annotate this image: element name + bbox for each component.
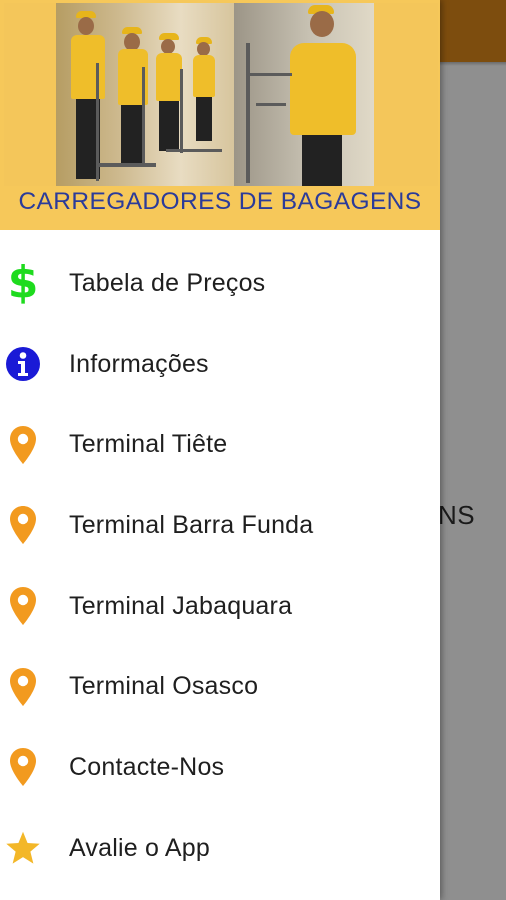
header-title: CARREGADORES DE BAGAGENS xyxy=(18,188,422,215)
menu-item-terminal-osasco[interactable]: Terminal Osasco xyxy=(0,646,440,727)
menu-item-label: Tabela de Preços xyxy=(69,268,266,297)
star-icon xyxy=(5,824,41,872)
menu-item-label: Informações xyxy=(69,349,209,378)
menu-item-label: Terminal Barra Funda xyxy=(69,510,314,539)
menu-item-avalie-o-app[interactable]: Avalie o App xyxy=(0,808,440,889)
navigation-drawer[interactable]: CARREGADORES DE BAGAGENS $ Tabela de Pre… xyxy=(0,0,440,900)
menu-item-terminal-jabaquara[interactable]: Terminal Jabaquara xyxy=(0,566,440,647)
map-pin-icon xyxy=(5,582,41,630)
map-pin-icon xyxy=(5,743,41,791)
menu-item-tabela-de-precos[interactable]: $ Tabela de Preços xyxy=(0,243,440,324)
porter-photo xyxy=(234,3,374,186)
info-icon xyxy=(5,340,41,388)
menu-item-informacoes[interactable]: Informações xyxy=(0,324,440,405)
menu-item-label: Terminal Tiête xyxy=(69,430,228,459)
map-pin-icon xyxy=(5,421,41,469)
dollar-icon: $ xyxy=(7,257,39,309)
map-pin-icon xyxy=(5,663,41,711)
menu-item-contacte-nos[interactable]: Contacte-Nos xyxy=(0,727,440,808)
background-partial-text: NS xyxy=(438,500,476,530)
header-photo xyxy=(4,3,438,186)
menu-item-label: Contacte-Nos xyxy=(69,752,225,781)
menu-item-label: Terminal Osasco xyxy=(69,672,259,701)
map-pin-icon xyxy=(5,501,41,549)
menu-item-label: Terminal Jabaquara xyxy=(69,591,293,620)
drawer-header: CARREGADORES DE BAGAGENS xyxy=(0,0,440,230)
porters-photo xyxy=(56,3,234,186)
menu-item-label: Avalie o App xyxy=(69,833,210,862)
menu-item-terminal-tiete[interactable]: Terminal Tiête xyxy=(0,404,440,485)
menu-item-terminal-barra-funda[interactable]: Terminal Barra Funda xyxy=(0,485,440,566)
drawer-menu: $ Tabela de Preços Informações Terminal … xyxy=(0,243,440,889)
